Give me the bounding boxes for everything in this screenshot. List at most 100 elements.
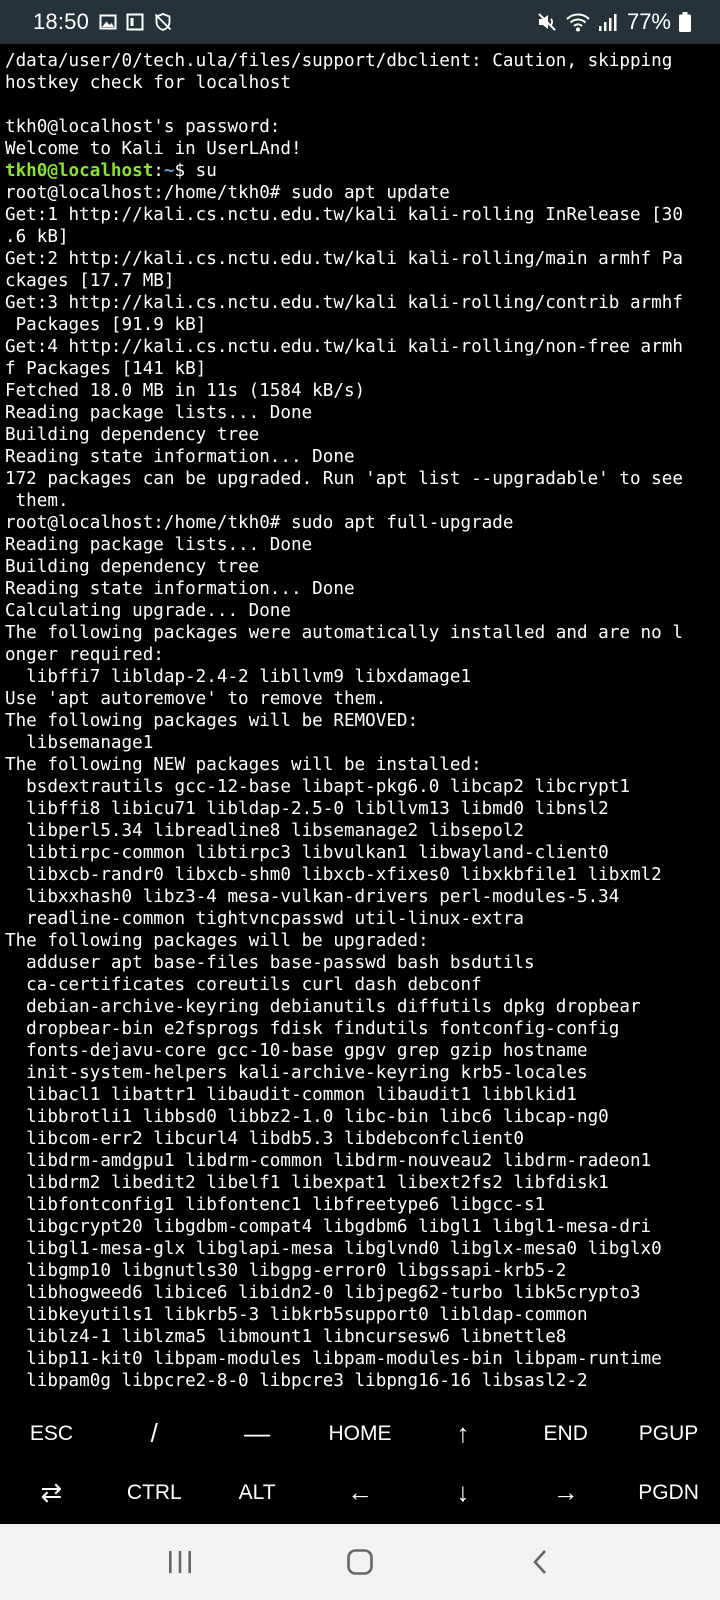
back-icon [530, 1548, 550, 1576]
terminal-line: libcom-err2 libcurl4 libdb5.3 libdebconf… [5, 1129, 525, 1149]
gallery-icon [99, 13, 117, 31]
terminal-line: The following NEW packages will be insta… [5, 755, 482, 775]
terminal-line: onger required: [5, 645, 164, 665]
key-home[interactable]: HOME [309, 1404, 412, 1463]
terminal-line: libffi8 libicu71 libldap-2.5-0 libllvm13… [5, 799, 609, 819]
terminal-line: libxcb-randr0 libxcb-shm0 libxcb-xfixes0… [5, 865, 662, 885]
terminal-line: libsemanage1 [5, 733, 154, 753]
prompt-path: ~ [163, 161, 175, 181]
terminal-line: them. [5, 491, 69, 511]
screen-icon [126, 13, 144, 31]
terminal-line: hostkey check for localhost [5, 73, 291, 93]
terminal-line: Building dependency tree [5, 425, 260, 445]
terminal-line: init-system-helpers kali-archive-keyring… [5, 1063, 588, 1083]
key-end[interactable]: END [514, 1404, 617, 1463]
key-arrow-left[interactable]: ← [309, 1463, 412, 1522]
signal-icon [598, 12, 618, 32]
key-arrow-up[interactable]: ↑ [411, 1404, 514, 1463]
terminal-line: libxxhash0 libz3-4 mesa-vulkan-drivers p… [5, 887, 620, 907]
terminal-line: The following packages will be REMOVED: [5, 711, 419, 731]
terminal-line: f Packages [141 kB] [5, 359, 207, 379]
home-icon [346, 1548, 374, 1576]
status-time: 18:50 [33, 9, 90, 34]
key-arrow-down[interactable]: ↓ [411, 1463, 514, 1522]
status-left-icons [99, 12, 173, 32]
terminal-line: Reading state information... Done [5, 447, 355, 467]
terminal-line: libgmp10 libgnutls30 libgpg-error0 libgs… [5, 1261, 567, 1281]
terminal-line: ckages [17.7 MB] [5, 271, 175, 291]
terminal-line: bsdextrautils gcc-12-base libapt-pkg6.0 … [5, 777, 630, 797]
battery-icon [678, 11, 692, 33]
prompt-symbol: $ [174, 161, 186, 181]
terminal-line: Reading state information... Done [5, 579, 355, 599]
terminal-line: Welcome to Kali in UserLAnd! [5, 139, 302, 159]
battery-percent: 77% [626, 9, 671, 34]
key-pgdn[interactable]: PGDN [617, 1463, 720, 1522]
key-pgup[interactable]: PGUP [617, 1404, 720, 1463]
terminal-line: Get:2 http://kali.cs.nctu.edu.tw/kali ka… [5, 249, 683, 269]
terminal-line: debian-archive-keyring debianutils diffu… [5, 997, 641, 1017]
terminal-line: Get:4 http://kali.cs.nctu.edu.tw/kali ka… [5, 337, 683, 357]
terminal-line: tkh0@localhost's password: [5, 117, 281, 137]
navigation-bar [0, 1524, 720, 1600]
terminal-line: fonts-dejavu-core gcc-10-base gpgv grep … [5, 1041, 588, 1061]
terminal-line: The following packages will be upgraded: [5, 931, 429, 951]
recent-apps-icon [166, 1549, 194, 1575]
mute-icon [536, 11, 558, 33]
terminal-line: root@localhost:/home/tkh0# sudo apt full… [5, 513, 514, 533]
terminal-line: readline-common tightvncpasswd util-linu… [5, 909, 525, 929]
extra-keys-bar: ESC / — HOME ↑ END PGUP ⇄ CTRL ALT ← ↓ →… [0, 1404, 720, 1522]
terminal-line: Use 'apt autoremove' to remove them. [5, 689, 387, 709]
terminal-line: libfontconfig1 libfontenc1 libfreetype6 … [5, 1195, 546, 1215]
key-slash[interactable]: / [103, 1404, 206, 1463]
home-button[interactable] [320, 1532, 400, 1592]
terminal-line: root@localhost:/home/tkh0# sudo apt upda… [5, 183, 450, 203]
key-arrow-right[interactable]: → [514, 1463, 617, 1522]
terminal-line: .6 kB] [5, 227, 69, 247]
prompt-separator: : [153, 161, 164, 181]
terminal-line: libdrm-amdgpu1 libdrm-common libdrm-nouv… [5, 1151, 652, 1171]
terminal-line: Building dependency tree [5, 557, 260, 577]
key-ctrl[interactable]: CTRL [103, 1463, 206, 1522]
terminal-view[interactable]: /data/user/0/tech.ula/files/support/dbcl… [0, 44, 720, 1394]
terminal-line: libperl5.34 libreadline8 libsemanage2 li… [5, 821, 525, 841]
back-button[interactable] [500, 1532, 580, 1592]
terminal-line: Fetched 18.0 MB in 11s (1584 kB/s) [5, 381, 366, 401]
terminal-line: libgl1-mesa-glx libglapi-mesa libglvnd0 … [5, 1239, 662, 1259]
key-alt[interactable]: ALT [206, 1463, 309, 1522]
terminal-line: libdrm2 libedit2 libelf1 libexpat1 libex… [5, 1173, 609, 1193]
prompt-command: su [185, 161, 217, 181]
terminal-line: liblz4-1 liblzma5 libmount1 libncursesw6… [5, 1327, 567, 1347]
status-right-icons: 77% [536, 9, 692, 35]
wifi-icon [565, 11, 591, 33]
terminal-line: libffi7 libldap-2.4-2 libllvm9 libxdamag… [5, 667, 472, 687]
terminal-line: libbrotli1 libbsd0 libbz2-1.0 libc-bin l… [5, 1107, 609, 1127]
terminal-line: Calculating upgrade... Done [5, 601, 291, 621]
terminal-line: The following packages were automaticall… [5, 623, 683, 643]
prompt-user-host: tkh0@localhost [5, 161, 154, 181]
terminal-line: /data/user/0/tech.ula/files/support/dbcl… [5, 51, 673, 71]
terminal-line: libpam0g libpcre2-8-0 libpcre3 libpng16-… [5, 1371, 588, 1391]
terminal-output: /data/user/0/tech.ula/files/support/dbcl… [0, 44, 720, 1394]
terminal-line: libacl1 libattr1 libaudit-common libaudi… [5, 1085, 577, 1105]
terminal-line: Get:3 http://kali.cs.nctu.edu.tw/kali ka… [5, 293, 683, 313]
terminal-prompt-line: tkh0@localhost:~$ su [5, 160, 720, 182]
key-tab[interactable]: ⇄ [0, 1463, 103, 1522]
terminal-line: Reading package lists... Done [5, 535, 313, 555]
terminal-line: 172 packages can be upgraded. Run 'apt l… [5, 469, 683, 489]
terminal-line: libgcrypt20 libgdbm-compat4 libgdbm6 lib… [5, 1217, 652, 1237]
key-esc[interactable]: ESC [0, 1404, 103, 1463]
terminal-line: libhogweed6 libice6 libidn2-0 libjpeg62-… [5, 1283, 641, 1303]
terminal-line: ca-certificates coreutils curl dash debc… [5, 975, 482, 995]
terminal-line: libkeyutils1 libkrb5-3 libkrb5support0 l… [5, 1305, 588, 1325]
terminal-line: Get:1 http://kali.cs.nctu.edu.tw/kali ka… [5, 205, 683, 225]
shield-off-icon [153, 12, 173, 32]
terminal-line: libp11-kit0 libpam-modules libpam-module… [5, 1349, 662, 1369]
terminal-line: adduser apt base-files base-passwd bash … [5, 953, 535, 973]
status-bar: 18:50 77% [0, 0, 720, 44]
recent-apps-button[interactable] [140, 1532, 220, 1592]
terminal-line: Reading package lists... Done [5, 403, 313, 423]
key-dash[interactable]: — [206, 1404, 309, 1463]
